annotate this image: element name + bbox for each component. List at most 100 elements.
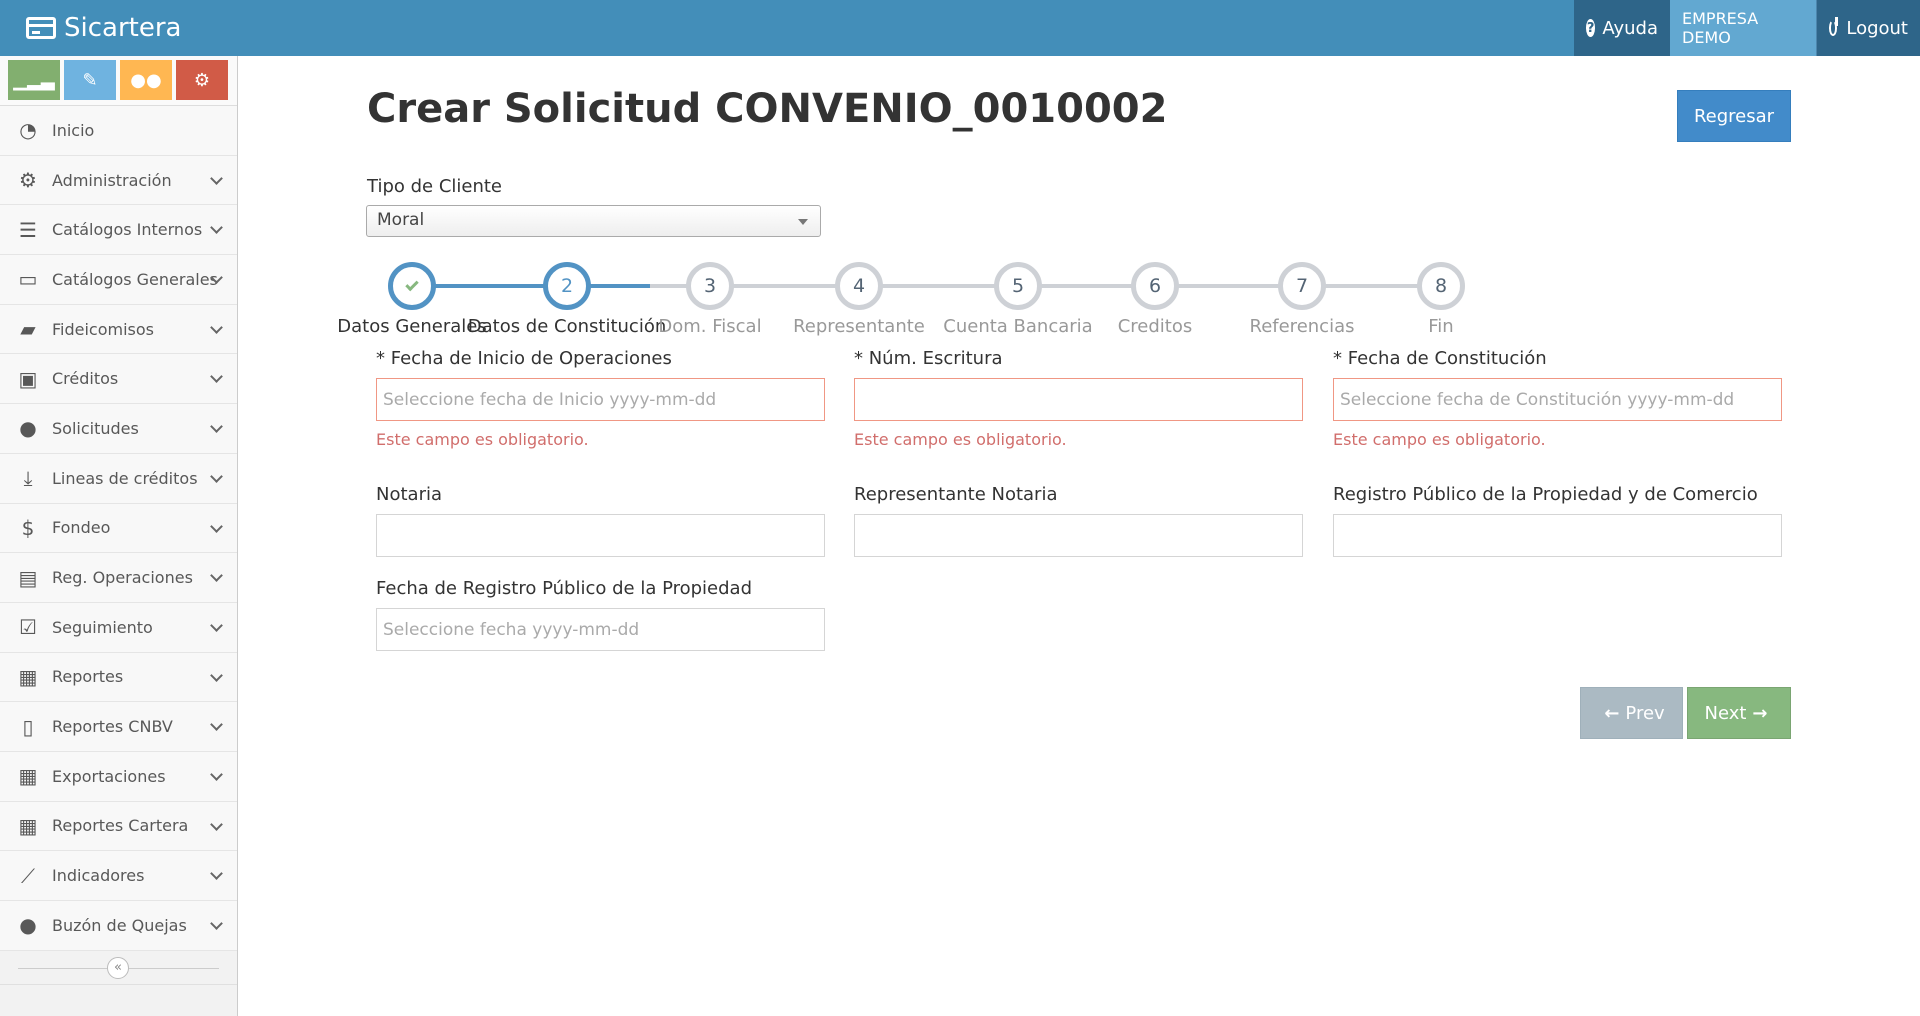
step-4-circle[interactable]: 4 [835,262,883,310]
prev-label: Prev [1625,702,1665,724]
step-5-circle[interactable]: 5 [994,262,1042,310]
sidebar-item-solicitudes[interactable]: ● Solicitudes [0,404,237,454]
credit-card-icon [26,17,56,39]
step-3-circle[interactable]: 3 [686,262,734,310]
line-chart-icon: ⟋ [21,863,35,888]
shortcut-pencil-button[interactable]: ✎ [64,60,116,100]
sidebar-item-inicio[interactable]: ◔ Inicio [0,106,237,156]
step-2-circle[interactable]: 2 [543,262,591,310]
page-title: Crear Solicitud CONVENIO_0010002 [367,86,1168,132]
step-1-circle[interactable] [388,262,436,310]
num-escritura-label: * Núm. Escritura [854,348,1003,369]
step-8-circle[interactable]: 8 [1417,262,1465,310]
check-icon [405,277,419,292]
brand-logo[interactable]: Sicartera [26,0,181,56]
sidebar-item-seguimiento[interactable]: ☑ Seguimiento [0,602,237,653]
client-type-value: Moral [377,210,425,230]
sidebar-item-label: Lineas de créditos [52,468,198,488]
folder-open-icon: ▰ [20,317,36,342]
prev-button[interactable]: ← Prev [1580,687,1683,739]
help-button[interactable]: ? Ayuda [1574,0,1670,56]
notaria-label: Notaria [376,484,442,505]
registro-publico-label: Registro Público de la Propiedad y de Co… [1333,484,1758,505]
user-icon: ● [19,416,37,441]
sidebar-item-exportaciones[interactable]: ▦ Exportaciones [0,751,237,802]
fecha-constitucion-input[interactable]: Seleccione fecha de Constitución yyyy-mm… [1333,378,1782,421]
chevron-down-icon [210,420,223,433]
double-chevron-left-icon: « [114,960,122,976]
cogs-icon: ⚙ [19,168,37,193]
sidebar-item-catálogos-generales[interactable]: ▭ Catálogos Generales [0,255,237,305]
sidebar-item-fideicomisos[interactable]: ▰ Fideicomisos [0,304,237,355]
help-label: Ayuda [1602,17,1658,39]
sidebar-item-administración[interactable]: ⚙ Administración [0,155,237,206]
shortcut-users-button[interactable]: ●● [120,60,172,100]
fecha-registro-input[interactable]: Seleccione fecha yyyy-mm-dd [376,608,825,651]
brand-name: Sicartera [64,13,182,43]
step-number: 8 [1434,275,1448,297]
sidebar-item-reg-operaciones[interactable]: ▤ Reg. Operaciones [0,553,237,603]
power-icon [1829,17,1838,36]
sidebar-item-buzón-de-quejas[interactable]: ● Buzón de Quejas [0,901,237,951]
sidebar-item-fondeo[interactable]: $ Fondeo [0,503,237,554]
sidebar-item-lineas-de-créditos[interactable]: ⤓ Lineas de créditos [0,453,237,504]
dashboard-icon: ◔ [19,118,37,143]
fecha-inicio-input[interactable]: Seleccione fecha de Inicio yyyy-mm-dd [376,378,825,421]
logout-button[interactable]: Logout [1816,0,1920,56]
chevron-down-icon [210,569,223,583]
top-navbar: Sicartera ? Ayuda EMPRESA DEMO Logout [0,0,1920,56]
file-icon: ▯ [22,714,34,739]
sidebar-item-label: Exportaciones [52,766,166,786]
shortcut-signal-button[interactable]: ▁▂▃ [8,60,60,100]
sidebar-item-reportes-cartera[interactable]: ▦ Reportes Cartera [0,801,237,852]
chevron-down-icon [210,320,223,334]
fecha-registro-label: Fecha de Registro Público de la Propieda… [376,578,753,599]
fecha-constitucion-placeholder: Seleccione fecha de Constitución yyyy-mm… [1340,389,1735,410]
desktop-icon: ▭ [18,267,38,292]
next-button[interactable]: Next → [1687,687,1791,739]
num-escritura-input[interactable] [854,378,1303,421]
sidebar: ▁▂▃ ✎ ●● ⚙ ◔ Inicio ⚙ Administración ☰ Catálo… [0,56,238,1016]
chevron-down-icon [210,221,223,235]
client-type-select[interactable]: Moral [366,205,821,237]
step-number: 6 [1148,275,1162,297]
sidebar-item-label: Buzón de Quejas [52,915,187,935]
sidebar-item-indicadores[interactable]: ⟋ Indicadores [0,851,237,901]
representante-notaria-label: Representante Notaria [854,484,1058,505]
client-type-label: Tipo de Cliente [367,176,503,197]
step-6-circle[interactable]: 6 [1131,262,1179,310]
representante-notaria-input[interactable] [854,514,1303,557]
chevron-down-icon [210,817,223,831]
sidebar-item-catálogos-internos[interactable]: ☰ Catálogos Internos [0,205,237,256]
sidebar-item-créditos[interactable]: ▣ Créditos [0,354,237,405]
database-icon: ☰ [19,217,37,242]
sidebar-item-label: Solicitudes [52,418,139,438]
company-button[interactable]: EMPRESA DEMO [1670,0,1816,56]
notaria-input[interactable] [376,514,825,557]
dollar-icon: $ [21,515,35,540]
fecha-inicio-error: Este campo es obligatorio. [376,430,589,449]
chevron-down-icon [210,768,223,781]
file-excel-icon: ▦ [18,764,38,789]
wizard-steps: Datos Generales 2 Datos de Constitución 3 Do… [337,258,1797,340]
sidebar-shortcuts: ▁▂▃ ✎ ●● ⚙ [0,56,237,106]
top-nav-menu: ? Ayuda EMPRESA DEMO Logout [1574,0,1920,56]
num-escritura-error: Este campo es obligatorio. [854,430,1067,449]
step-number: 3 [703,275,717,297]
step-number: 4 [852,275,866,297]
step-8-label: Fin [1428,316,1454,337]
back-button[interactable]: Regresar [1677,90,1791,142]
shortcut-cogs-button[interactable]: ⚙ [176,60,228,100]
sidebar-item-reportes-cnbv[interactable]: ▯ Reportes CNBV [0,702,237,752]
fecha-constitucion-error: Este campo es obligatorio. [1333,430,1546,449]
file-excel-icon: ▦ [18,813,38,838]
sidebar-item-label: Reportes CNBV [52,717,173,737]
sidebar-item-reportes[interactable]: ▦ Reportes [0,652,237,703]
sidebar-collapse-bar: « [0,951,237,985]
registro-publico-input[interactable] [1333,514,1782,557]
collapse-sidebar-button[interactable]: « [107,956,129,979]
download-tray-icon: ⤓ [23,466,33,491]
step-7-circle[interactable]: 7 [1278,262,1326,310]
signal-icon: ▁▂▃ [13,69,55,91]
sidebar-item-label: Créditos [52,369,119,389]
